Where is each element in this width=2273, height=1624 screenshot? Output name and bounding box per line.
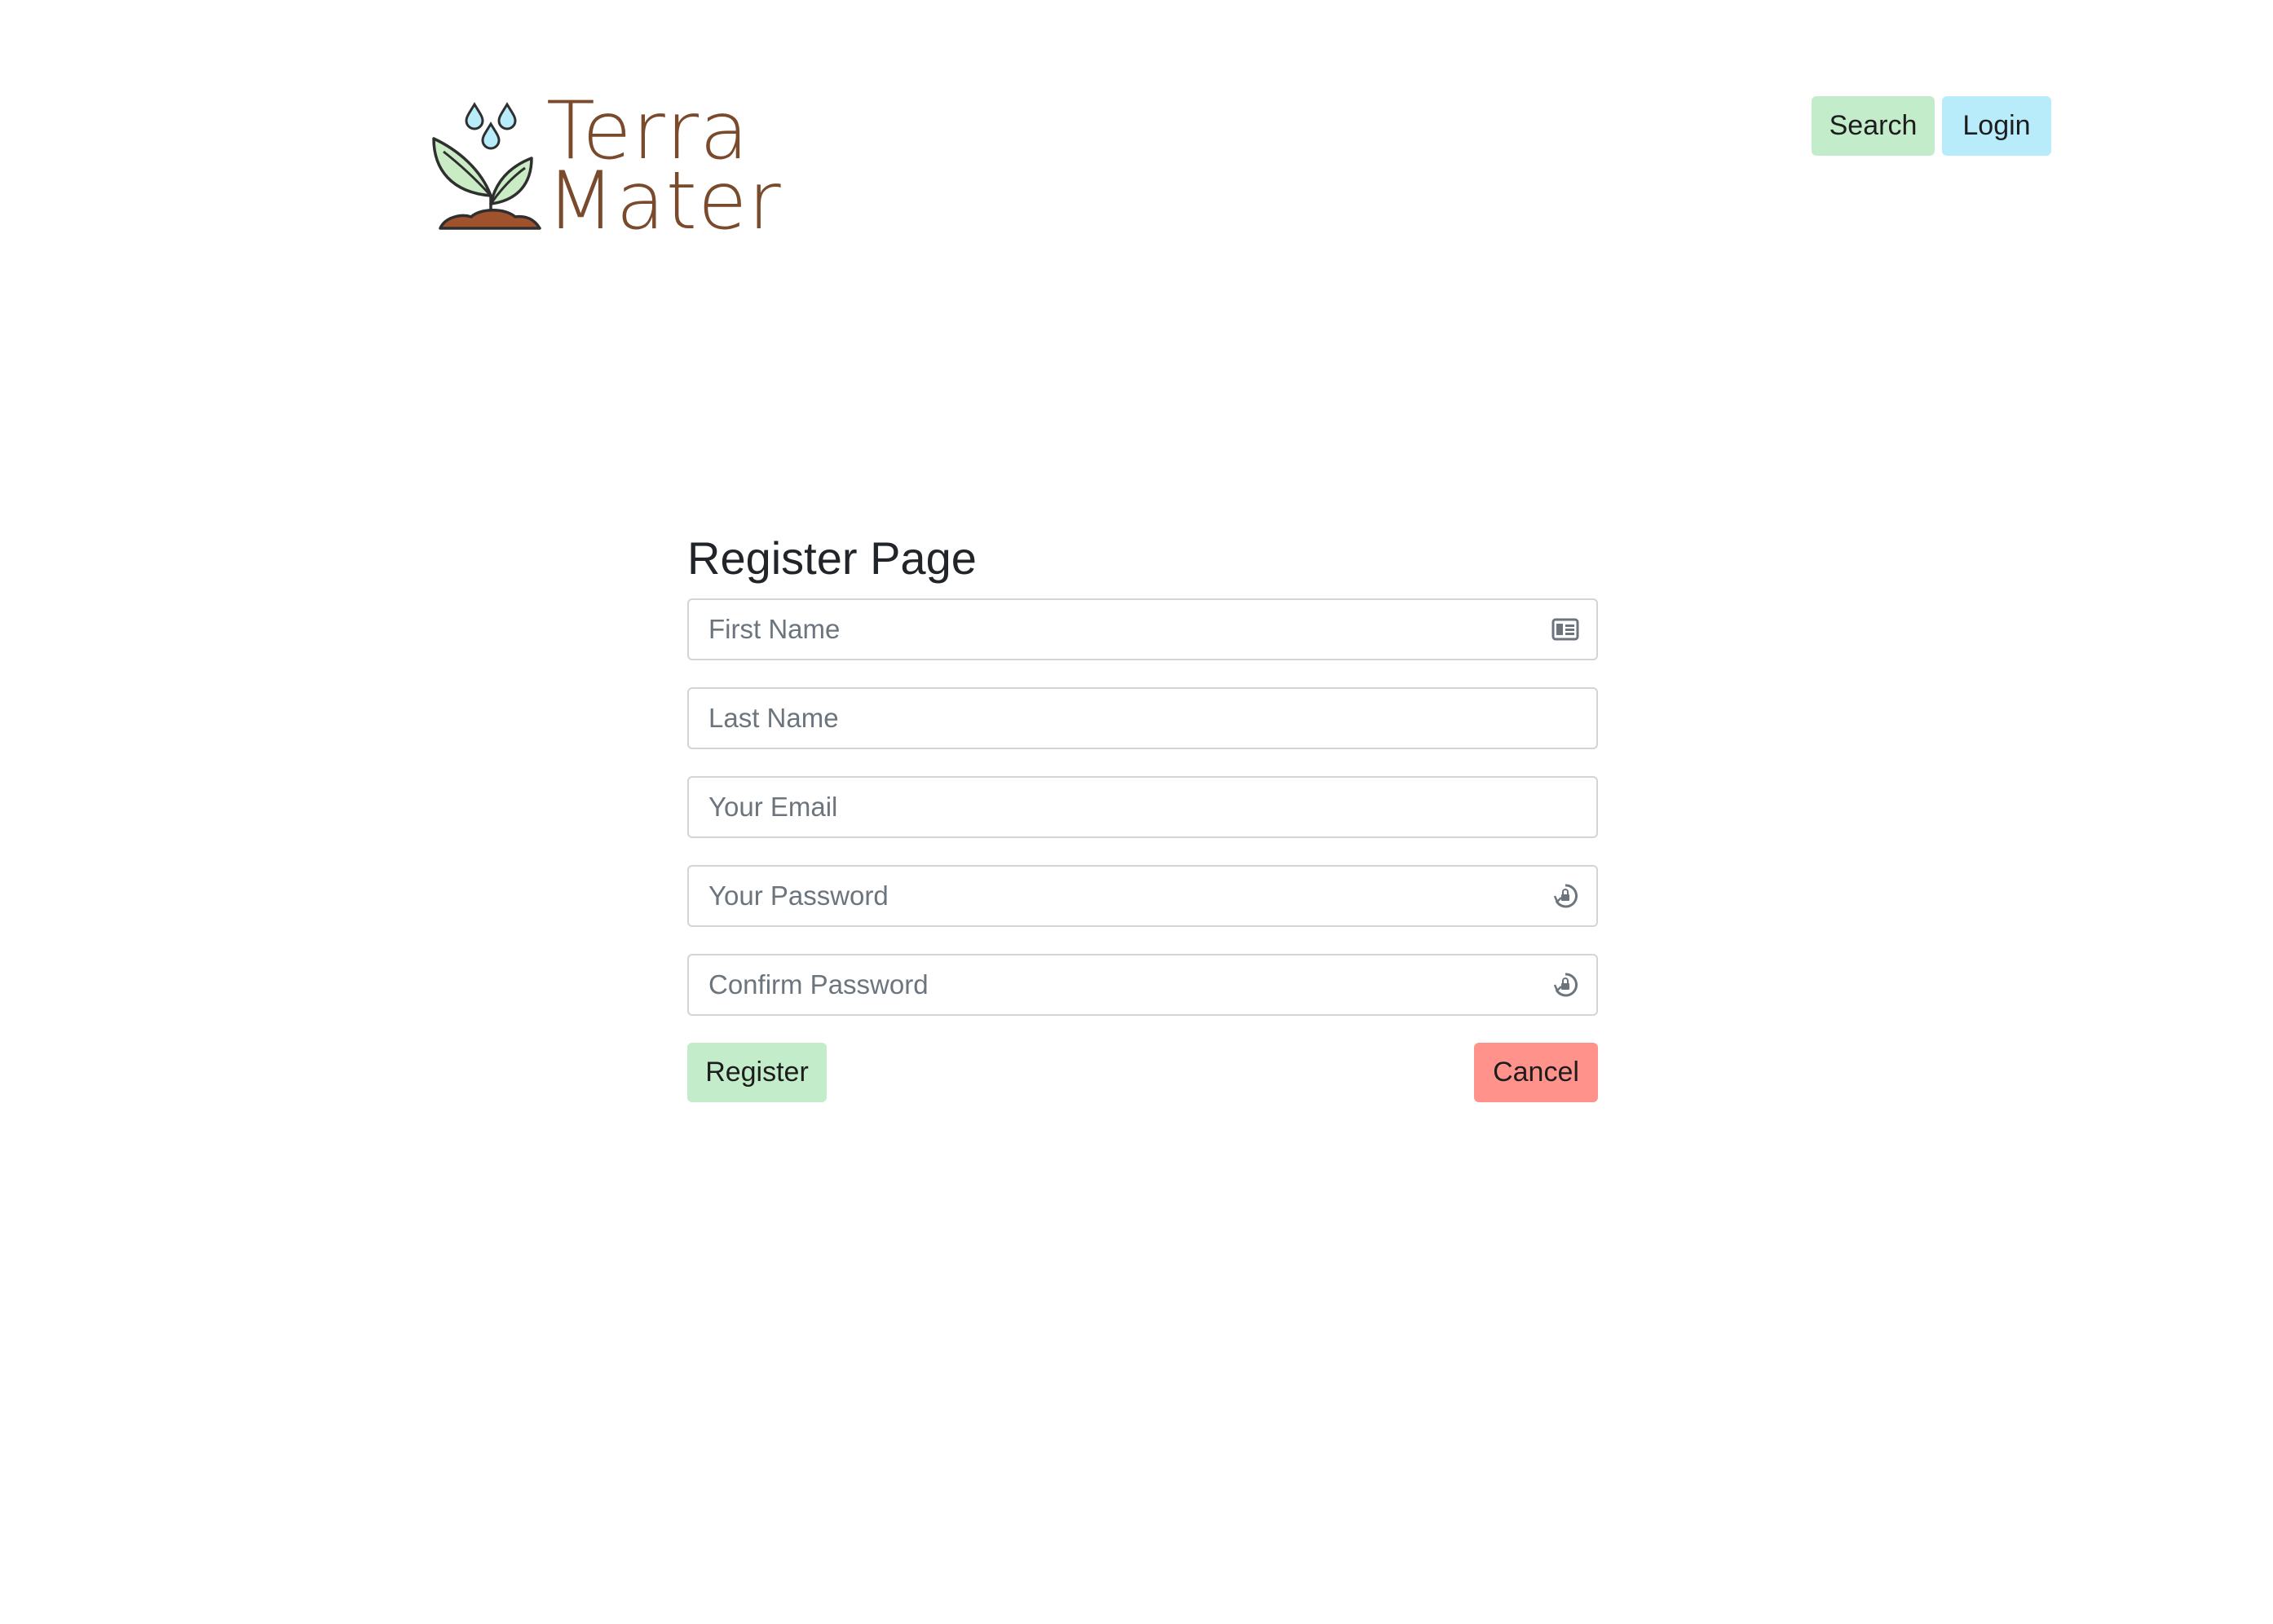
email-input[interactable] <box>689 778 1596 836</box>
confirm-password-field <box>687 954 1598 1016</box>
id-card-icon <box>1551 615 1580 644</box>
first-name-input[interactable] <box>689 600 1596 659</box>
last-name-input[interactable] <box>689 689 1596 748</box>
password-input[interactable] <box>689 867 1596 925</box>
confirm-password-input[interactable] <box>689 955 1596 1014</box>
logo-wordmark: Terra Mater <box>546 91 782 248</box>
password-lock-icon <box>1551 881 1580 911</box>
first-name-field <box>687 598 1598 660</box>
last-name-field <box>687 687 1598 749</box>
search-button[interactable]: Search <box>1812 96 1935 156</box>
logo-line-2: Mater <box>546 155 782 248</box>
logo[interactable]: Terra Mater <box>432 91 781 243</box>
register-button[interactable]: Register <box>687 1043 827 1102</box>
register-form: Register Page First Name Last Name Your … <box>687 522 1598 1102</box>
cancel-button[interactable]: Cancel <box>1474 1043 1598 1102</box>
password-field <box>687 865 1598 927</box>
login-button[interactable]: Login <box>1942 96 2051 156</box>
form-actions: Register Cancel <box>687 1043 1598 1102</box>
password-lock-icon <box>1551 970 1580 1000</box>
sprout-with-water-drops-icon <box>432 102 541 230</box>
page-title: Register Page <box>687 532 977 584</box>
email-field <box>687 776 1598 838</box>
